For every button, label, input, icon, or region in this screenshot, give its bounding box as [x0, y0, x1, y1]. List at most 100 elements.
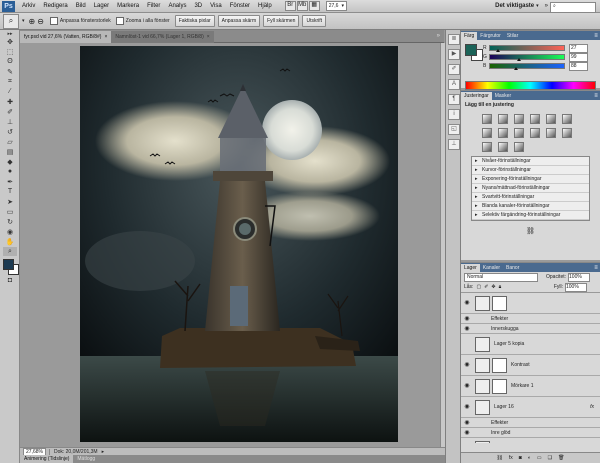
- panel-menu-icon[interactable]: ≡: [592, 264, 600, 272]
- red-slider-track[interactable]: [489, 45, 565, 52]
- tab-swatches[interactable]: Färgrutor: [477, 32, 504, 40]
- chevron-down-icon[interactable]: ▾: [22, 18, 25, 24]
- brush-tool-icon[interactable]: ✐: [3, 107, 17, 116]
- color-spectrum-bar[interactable]: [465, 81, 596, 90]
- group-folder-icon[interactable]: ▭: [537, 455, 542, 461]
- blur-tool-icon[interactable]: ◆: [3, 157, 17, 166]
- tab-paths[interactable]: Banor: [503, 264, 522, 272]
- eraser-tool-icon[interactable]: ▱: [3, 137, 17, 146]
- zoom-out-icon[interactable]: ⊖: [37, 17, 44, 26]
- brush-panel-icon[interactable]: ✐: [448, 64, 460, 75]
- menu-help[interactable]: Hjälp: [254, 0, 276, 13]
- character-panel-icon[interactable]: A: [448, 79, 460, 90]
- lock-pixels-icon[interactable]: ✐: [484, 284, 488, 290]
- move-tool-icon[interactable]: ✥: [3, 37, 17, 46]
- print-size-button[interactable]: Utskrift: [302, 15, 327, 27]
- layer-row[interactable]: ◉Fåglar: [461, 438, 600, 443]
- exposure-icon[interactable]: [530, 114, 540, 124]
- curves-icon[interactable]: [514, 114, 524, 124]
- menu-edit[interactable]: Redigera: [39, 0, 71, 13]
- preset-channel-mixer[interactable]: Blanda kanaler-förinställningar: [472, 202, 589, 211]
- tab-adjustments[interactable]: Justeringar: [461, 92, 492, 100]
- layer-mask-thumbnail[interactable]: [492, 295, 507, 311]
- close-icon[interactable]: ×: [207, 31, 210, 43]
- tab-styles[interactable]: Stilar: [504, 32, 521, 40]
- crop-tool-icon[interactable]: ⌗: [3, 77, 17, 86]
- resize-windows-checkbox[interactable]: [49, 17, 58, 25]
- zoom-all-checkbox[interactable]: [115, 17, 124, 25]
- levels-icon[interactable]: [498, 114, 508, 124]
- blue-slider-track[interactable]: [489, 63, 565, 70]
- slider-thumb[interactable]: [513, 67, 518, 70]
- slider-thumb[interactable]: [496, 49, 501, 52]
- red-value-field[interactable]: 27: [569, 43, 588, 53]
- zoom-in-icon[interactable]: ⊕: [29, 17, 36, 26]
- invert-icon[interactable]: [546, 128, 556, 138]
- triangle-right-icon[interactable]: ▸: [102, 449, 105, 455]
- double-chevron-icon[interactable]: »: [545, 3, 548, 9]
- menu-filter[interactable]: Filter: [143, 0, 164, 13]
- zoom-tool-icon[interactable]: ⌕: [3, 247, 17, 256]
- trash-icon[interactable]: 🗑︎: [558, 455, 564, 461]
- menu-image[interactable]: Bild: [72, 0, 90, 13]
- preset-curves[interactable]: Kurvor-förinställningar: [472, 166, 589, 175]
- menu-layer[interactable]: Lager: [90, 0, 113, 13]
- eye-icon[interactable]: ◉: [463, 361, 471, 369]
- actions-panel-icon[interactable]: ▶: [448, 49, 460, 60]
- foreground-color-swatch[interactable]: [3, 259, 14, 270]
- quick-select-tool-icon[interactable]: ✎: [3, 67, 17, 76]
- minibridge-icon[interactable]: Mb: [296, 1, 308, 11]
- workspace-switcher[interactable]: Det viktigaste ▾ »: [495, 1, 548, 11]
- history-brush-icon[interactable]: ↺: [3, 127, 17, 136]
- tab-measurement-log[interactable]: Mätlogg: [73, 455, 99, 463]
- fx-icon[interactable]: fx: [509, 455, 513, 461]
- slider-thumb[interactable]: [516, 58, 521, 61]
- toolbox-collapse-icon[interactable]: ▸▸: [3, 31, 17, 37]
- eye-icon[interactable]: ◉: [463, 382, 471, 390]
- menu-select[interactable]: Markera: [113, 0, 143, 13]
- chain-icon[interactable]: ⛓: [526, 227, 535, 235]
- new-layer-icon[interactable]: ❑: [548, 455, 552, 461]
- quick-mask-icon[interactable]: ◘: [3, 276, 17, 285]
- foreground-color-swatch[interactable]: [465, 44, 477, 56]
- paragraph-panel-icon[interactable]: ¶: [448, 94, 460, 105]
- type-tool-icon[interactable]: T: [3, 187, 17, 196]
- menu-3d[interactable]: 3D: [190, 0, 206, 13]
- lock-all-icon[interactable]: 🔒︎: [499, 284, 502, 290]
- info-panel-icon[interactable]: i: [448, 109, 460, 120]
- threshold-icon[interactable]: [482, 142, 492, 152]
- healing-brush-icon[interactable]: ✚: [3, 97, 17, 106]
- gradient-tool-icon[interactable]: ▤: [3, 147, 17, 156]
- shape-tool-icon[interactable]: ▭: [3, 207, 17, 216]
- history-panel-icon[interactable]: ≣: [448, 34, 460, 45]
- layer-effect-row[interactable]: ◉ Innerskugga: [461, 324, 600, 334]
- layer-effect-row[interactable]: ◉ Inre glöd: [461, 428, 600, 438]
- layer-row[interactable]: ◉: [461, 293, 600, 314]
- tab-layers[interactable]: Lager: [461, 264, 480, 272]
- brightness-contrast-icon[interactable]: [482, 114, 492, 124]
- tab-overflow-icon[interactable]: »: [437, 33, 440, 39]
- preset-exposure[interactable]: Exponering-förinställningar: [472, 175, 589, 184]
- layer-row[interactable]: Lager 5 kopia: [461, 334, 600, 355]
- add-mask-icon[interactable]: ◙: [519, 455, 522, 461]
- fx-icon[interactable]: fx: [590, 404, 594, 410]
- tab-fyr[interactable]: fyr.psd vid 27,6% (Vatten, RGB/8#) ×: [20, 30, 112, 43]
- layer-row[interactable]: ◉ Lager 16 fx: [461, 397, 600, 418]
- tool-preset-picker[interactable]: ⌕: [3, 13, 19, 29]
- opacity-field[interactable]: 100%: [568, 272, 591, 282]
- preset-black-white[interactable]: Svartvitt-förinställningar: [472, 193, 589, 202]
- vibrance-icon[interactable]: [546, 114, 556, 124]
- green-slider-track[interactable]: [489, 54, 565, 61]
- layer-row[interactable]: ◉ Mörkare 1: [461, 376, 600, 397]
- lighthouse-artwork[interactable]: [80, 46, 398, 442]
- pen-tool-icon[interactable]: ✒: [3, 177, 17, 186]
- eye-icon[interactable]: ◉: [463, 429, 471, 437]
- canvas-area[interactable]: [20, 43, 440, 455]
- hue-saturation-icon[interactable]: [562, 114, 572, 124]
- dodge-tool-icon[interactable]: ●: [3, 167, 17, 176]
- tab-namnlost[interactable]: Namnlöst-1 vid 66,7% (Lager 1, RGB/8) ×: [111, 30, 214, 43]
- layer-mask-thumbnail[interactable]: [492, 357, 507, 373]
- photo-filter-icon[interactable]: [514, 128, 524, 138]
- clone-source-panel-icon[interactable]: ⊥: [448, 139, 460, 150]
- layer-mask-thumbnail[interactable]: [492, 378, 507, 394]
